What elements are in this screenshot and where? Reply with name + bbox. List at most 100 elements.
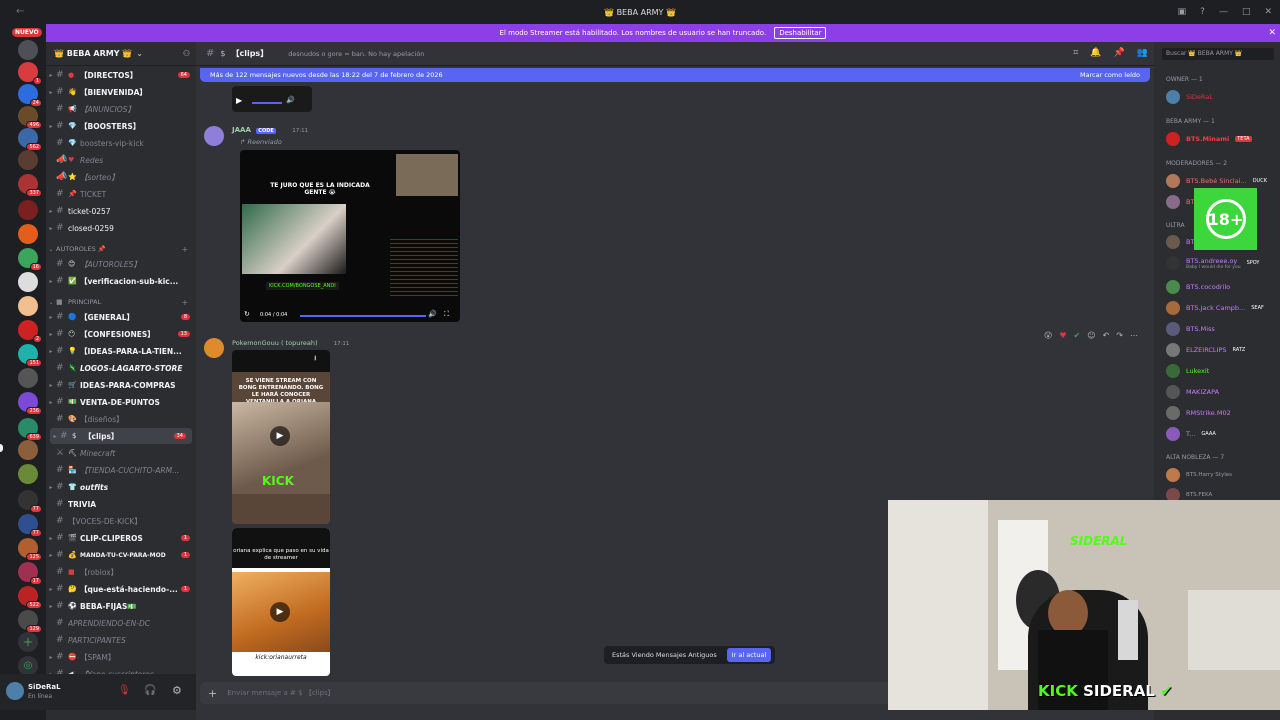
- server-icon[interactable]: 639: [18, 418, 42, 441]
- channel-item[interactable]: ▸ # 💵 VENTA-DE-PUNTOS: [46, 394, 196, 410]
- replay-icon[interactable]: ↻: [244, 310, 250, 318]
- channel-item[interactable]: ▸ # 🎬 CLIP-CLIPEROS 1: [46, 530, 196, 546]
- search-input[interactable]: Buscar 👑 BEBA ARMY 👑: [1162, 48, 1274, 60]
- channel-item[interactable]: ▸ # closed-0259: [46, 220, 196, 236]
- bell-icon[interactable]: 🔔: [1090, 48, 1101, 58]
- channel-item[interactable]: ▸ # 💰 MANDA-TU-CV-PARA-MOD 1: [46, 547, 196, 563]
- channel-topic[interactable]: desnudos o gore = ban. No hay apelación: [288, 50, 424, 58]
- channel-item[interactable]: ▸ # 💎 【BOOSTERS】: [46, 118, 196, 134]
- close-window-icon[interactable]: ✕: [1264, 7, 1272, 17]
- server-icon[interactable]: 129: [18, 610, 42, 633]
- channel-item[interactable]: # APRENDIENDO-EN-DC: [46, 615, 196, 631]
- channel-item[interactable]: # 🎨 【diseños】: [46, 411, 196, 427]
- server-icon[interactable]: [18, 272, 38, 292]
- explore-icon[interactable]: ◎: [18, 656, 38, 676]
- mark-read-button[interactable]: Marcar como leído: [1080, 71, 1140, 79]
- server-icon[interactable]: 1: [18, 62, 42, 85]
- server-icon[interactable]: [18, 150, 38, 170]
- channel-item[interactable]: # TRIVIA: [46, 496, 196, 512]
- channel-item[interactable]: # 🏪 【TIENDA-CUCHITO-ARM...: [46, 462, 196, 478]
- channel-item[interactable]: # PARTICIPANTES: [46, 632, 196, 648]
- download-icon[interactable]: ⭳: [314, 354, 316, 365]
- maximize-icon[interactable]: □: [1242, 7, 1251, 17]
- channel-item[interactable]: ▸ # 🤔 【que-está-haciendo-... 1: [46, 581, 196, 597]
- check-icon[interactable]: ✔: [1074, 331, 1081, 340]
- channel-item[interactable]: # 😊 【AUTOROLES】: [46, 256, 196, 272]
- add-server-icon[interactable]: +: [18, 632, 38, 652]
- inbox-icon[interactable]: ▣: [1178, 7, 1187, 17]
- reaction-icon[interactable]: 😮: [1044, 331, 1052, 340]
- channel-item[interactable]: # 【VOCES-DE-KICK】: [46, 513, 196, 529]
- more-icon[interactable]: ⋯: [1130, 331, 1138, 340]
- category-header[interactable]: ⌄ ■ PRINCIPAL +: [46, 294, 196, 310]
- channel-item[interactable]: ▸ # ✅ 【verificacion-sub-kic...: [46, 273, 196, 289]
- disable-streamer-button[interactable]: Deshabilitar: [774, 27, 827, 39]
- server-icon[interactable]: 522: [18, 586, 42, 609]
- jump-to-present-button[interactable]: Ir al actual: [726, 648, 772, 662]
- server-icon[interactable]: [18, 440, 38, 460]
- server-icon[interactable]: 16: [18, 248, 42, 271]
- server-icon[interactable]: [18, 200, 38, 220]
- volume-icon[interactable]: 🔊: [428, 310, 437, 318]
- channel-item[interactable]: # ■ 【roblox】: [46, 564, 196, 580]
- member-item[interactable]: BTS.cocodrilo: [1166, 278, 1280, 296]
- avatar[interactable]: [204, 338, 224, 358]
- server-icon[interactable]: [18, 40, 38, 60]
- server-icon[interactable]: 236: [18, 392, 42, 415]
- member-item[interactable]: BTS.Miss: [1166, 320, 1280, 338]
- channel-item[interactable]: 📣 ♥ Redes: [46, 152, 196, 168]
- settings-gear-icon[interactable]: ⚙: [172, 684, 182, 697]
- channel-item[interactable]: 📣 ⭐ 【sorteo】: [46, 169, 196, 185]
- mute-mic-icon[interactable]: 🎙: [118, 685, 131, 696]
- category-header[interactable]: ⌄ AUTOROLES 📌 +: [46, 241, 196, 257]
- avatar[interactable]: [204, 126, 224, 146]
- member-item[interactable]: MAKIZAPA: [1166, 383, 1280, 401]
- channel-item[interactable]: ▸ # 🔵 【GENERAL】 8: [46, 309, 196, 325]
- channel-item[interactable]: ▸ # 🛒 IDEAS-PARA-COMPRAS: [46, 377, 196, 393]
- deafen-icon[interactable]: 🎧: [144, 685, 156, 696]
- threads-icon[interactable]: ⌗: [1073, 48, 1078, 58]
- guild-header[interactable]: 👑 BEBA ARMY 👑 ⌄ ⚇: [46, 42, 196, 66]
- minimize-icon[interactable]: —: [1219, 7, 1228, 17]
- member-item[interactable]: Lukexit: [1166, 362, 1280, 380]
- fullscreen-icon[interactable]: ⛶: [444, 310, 449, 319]
- server-icon[interactable]: 2: [18, 320, 42, 343]
- channel-item[interactable]: ▸ # 😶 【CONFESIONES】 13: [46, 326, 196, 342]
- play-icon[interactable]: ▶: [270, 602, 290, 622]
- close-icon[interactable]: ✕: [1268, 28, 1276, 38]
- volume-icon[interactable]: 🔊: [286, 96, 295, 104]
- member-item[interactable]: RMStrike.M02: [1166, 404, 1280, 422]
- member-item[interactable]: BTS.Jack Campb... SEAF: [1166, 299, 1280, 317]
- avatar[interactable]: [6, 682, 24, 700]
- member-item[interactable]: BTS.Harry Styles: [1166, 466, 1280, 484]
- heart-icon[interactable]: ♥: [1059, 331, 1066, 340]
- message-author[interactable]: PokemonGouu ( topureah) 17:11: [232, 339, 349, 347]
- message-input[interactable]: Enviar mensaje a # $ 【clips】: [227, 688, 334, 698]
- video-attachment[interactable]: TE JURO QUE ES LA INDICADA GENTE 😭 KICK.…: [240, 150, 460, 322]
- server-icon[interactable]: 496: [18, 106, 42, 129]
- add-member-icon[interactable]: ⚇: [183, 49, 190, 58]
- channel-item[interactable]: # 🦎 LOGOS-LAGARTO-STORE: [46, 360, 196, 376]
- play-icon[interactable]: ▶: [270, 426, 290, 446]
- server-icon[interactable]: 17: [18, 562, 42, 585]
- member-item[interactable]: T... GAAA: [1166, 425, 1280, 443]
- channel-item[interactable]: ▸ # 👕 outfits: [46, 479, 196, 495]
- member-item[interactable]: ELZEIRCLIPS RATZ: [1166, 341, 1280, 359]
- channel-item[interactable]: # 📌 TICKET: [46, 186, 196, 202]
- server-icon[interactable]: [18, 464, 38, 484]
- member-item[interactable]: SiDeRaL: [1166, 88, 1280, 106]
- channel-item[interactable]: ⚔ ⛏ Minecraft: [46, 445, 196, 461]
- video-progress-bar[interactable]: [300, 315, 426, 317]
- pin-icon[interactable]: 📌: [1114, 48, 1125, 58]
- add-reaction-icon[interactable]: ☺: [1087, 331, 1095, 340]
- server-icon[interactable]: 24: [18, 84, 42, 107]
- server-icon[interactable]: 562: [18, 128, 42, 151]
- server-icon[interactable]: 77: [18, 490, 42, 513]
- message-author[interactable]: JAAA CODE 17:11: [232, 126, 308, 134]
- play-icon[interactable]: ▶: [236, 96, 242, 105]
- video-attachment[interactable]: oriana explica que paso en su vida de st…: [232, 528, 330, 676]
- previous-video-attachment[interactable]: ▶ 🔊: [232, 86, 312, 112]
- video-attachment[interactable]: ⭳ SE VIENE STREAM CON BONG ENTRENANDO. B…: [232, 350, 330, 524]
- reply-icon[interactable]: ↶: [1103, 331, 1110, 340]
- forward-icon[interactable]: ↷: [1116, 331, 1123, 340]
